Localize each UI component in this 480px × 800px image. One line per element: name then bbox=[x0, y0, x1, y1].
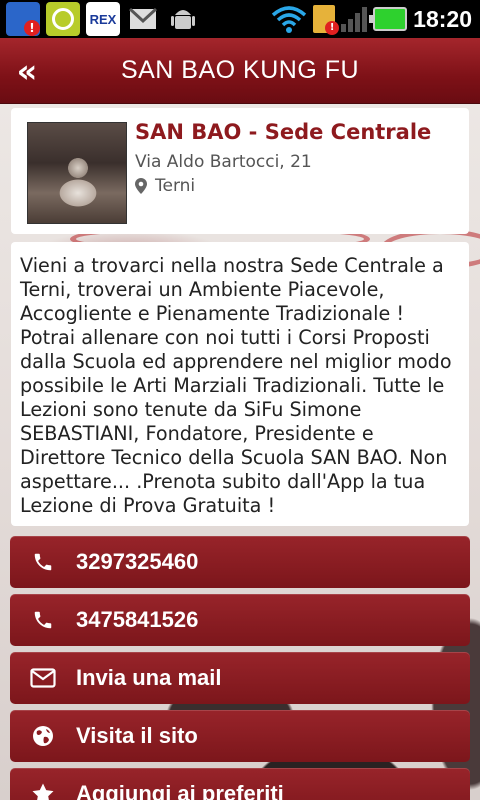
android-icon bbox=[166, 2, 200, 36]
rex-app-icon: REX bbox=[86, 2, 120, 36]
mail-icon bbox=[30, 668, 56, 688]
status-bar: ! REX ! 18:20 bbox=[0, 0, 480, 38]
phone-icon bbox=[34, 611, 52, 629]
add-favorites-label: Aggiungi ai preferiti bbox=[76, 781, 284, 800]
globe-icon bbox=[33, 726, 53, 746]
map-pin-icon bbox=[135, 178, 147, 194]
clock: 18:20 bbox=[413, 5, 472, 32]
location-street: Via Aldo Bartocci, 21 bbox=[135, 152, 312, 172]
add-favorites-button[interactable]: Aggiungi ai preferiti bbox=[10, 768, 470, 800]
visit-site-button[interactable]: Visita il sito bbox=[10, 710, 470, 762]
location-city-row: Terni bbox=[135, 176, 195, 196]
location-card[interactable]: SAN BAO - Sede Centrale Via Aldo Bartocc… bbox=[11, 108, 469, 234]
battery-icon bbox=[369, 7, 408, 31]
send-mail-label: Invia una mail bbox=[76, 665, 222, 690]
music-app-icon bbox=[46, 2, 80, 36]
call-button-1-label: 3297325460 bbox=[76, 549, 199, 574]
star-icon bbox=[32, 783, 54, 800]
gmail-icon bbox=[126, 2, 160, 36]
page-title: SAN BAO KUNG FU bbox=[120, 56, 360, 84]
sd-card-icon: ! bbox=[6, 2, 40, 36]
app-header: « SAN BAO KUNG FU bbox=[0, 38, 480, 104]
location-name: SAN BAO - Sede Centrale bbox=[135, 120, 432, 144]
call-button-2-label: 3475841526 bbox=[76, 607, 199, 632]
location-city: Terni bbox=[155, 176, 196, 196]
signal-icon bbox=[341, 6, 368, 32]
back-button[interactable]: « bbox=[12, 52, 42, 90]
description-text: Vieni a trovarci nella nostra Sede Centr… bbox=[20, 254, 452, 517]
visit-site-label: Visita il sito bbox=[76, 723, 198, 748]
location-photo bbox=[27, 122, 127, 224]
call-button-1[interactable]: 3297325460 bbox=[10, 536, 470, 588]
send-mail-button[interactable]: Invia una mail bbox=[10, 652, 470, 704]
call-button-2[interactable]: 3475841526 bbox=[10, 594, 470, 646]
description-card: Vieni a trovarci nella nostra Sede Centr… bbox=[11, 242, 469, 526]
sim-alert-icon: ! bbox=[313, 5, 340, 35]
wifi-icon bbox=[272, 6, 307, 33]
phone-icon bbox=[34, 553, 52, 571]
